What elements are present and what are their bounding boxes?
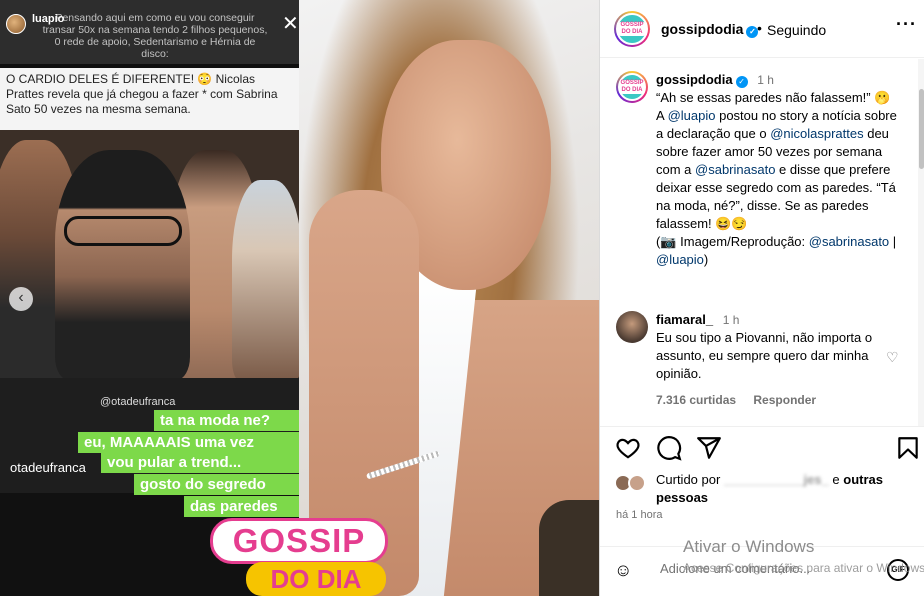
carousel-prev-button[interactable]: ‹ — [9, 287, 33, 311]
chat-bubble: das paredes — [184, 496, 299, 517]
comments-list[interactable]: GOSSIP DO DIA gossipdodia ✓ 1 h “Ah se es… — [600, 59, 918, 426]
scrollbar-thumb[interactable] — [919, 89, 924, 169]
liked-by-user[interactable]: ___________jes_ — [724, 472, 829, 487]
post-caption: gossipdodia ✓ 1 h “Ah se essas paredes nã… — [656, 71, 901, 269]
mention-link[interactable]: @sabrinasato — [695, 162, 775, 177]
more-options-icon[interactable]: ··· — [896, 14, 917, 35]
watermark-top: GOSSIP — [210, 518, 388, 564]
comment-meta: 7.316 curtidas Responder — [656, 393, 830, 407]
verified-icon: ✓ — [735, 76, 748, 88]
portrait-photo — [299, 0, 599, 596]
photo-shadow — [539, 500, 599, 596]
story-header: Pensando aqui em como eu vou conseguir t… — [0, 0, 299, 64]
story-screenshot: Pensando aqui em como eu vou conseguir t… — [0, 0, 299, 596]
caption-time: 1 h — [757, 73, 774, 87]
comment-icon[interactable] — [656, 435, 682, 461]
mention-link[interactable]: @luapio — [668, 108, 716, 123]
watermark-bottom: DO DIA — [246, 562, 386, 596]
commenter-avatar[interactable] — [616, 311, 648, 343]
windows-activation-subtitle: Acesse Configurações para ativar o Windo… — [683, 561, 924, 575]
save-icon[interactable] — [895, 435, 921, 461]
chat-bubble: ta na moda ne? — [154, 410, 299, 431]
news-card: O CARDIO DELES É DIFERENTE! 😳 Nicolas Pr… — [0, 68, 299, 130]
mention-link[interactable]: @nicolasprattes — [770, 126, 863, 141]
comment-time: 1 h — [722, 313, 740, 327]
chat-bubble: vou pular a trend... — [101, 452, 299, 473]
comment: fiamaral_ 1 h Eu sou tipo a Piovanni, nã… — [656, 311, 876, 383]
post-panel: GOSSIP DO DIA gossipdodia ✓ • Seguindo ··… — [599, 0, 924, 596]
following-button[interactable]: Seguindo — [767, 22, 826, 38]
windows-activation-title: Ativar o Windows — [683, 537, 815, 556]
chat-handle: otadeufranca — [10, 460, 86, 475]
story-overlay-text: Pensando aqui em como eu vou conseguir t… — [42, 12, 268, 60]
liker-avatar — [628, 474, 646, 492]
caption-text: ) — [703, 252, 709, 267]
close-icon: ✕ — [282, 13, 299, 35]
comment-text: Eu sou tipo a Piovanni, não importa o as… — [656, 330, 873, 381]
avatar-logo-text: GOSSIP DO DIA — [618, 22, 646, 36]
story-avatar — [6, 14, 26, 34]
liked-by-suffix: e — [832, 472, 840, 487]
caption-text: (📷 Imagem/Reprodução: — [656, 234, 809, 249]
comments-scrollbar[interactable] — [918, 59, 924, 426]
caption-text: | — [889, 234, 897, 249]
liked-by-avatars — [614, 474, 650, 494]
photo-collage — [0, 130, 299, 378]
account-username[interactable]: gossipdodia ✓ — [661, 21, 759, 38]
share-icon[interactable] — [696, 435, 722, 461]
caption-username[interactable]: gossipdodia — [656, 72, 733, 87]
chat-handle-small: @otadeufranca — [100, 396, 176, 408]
person-photo — [55, 150, 190, 378]
emoji-icon[interactable]: ☺ — [614, 560, 632, 581]
comment-likes[interactable]: 7.316 curtidas — [656, 393, 736, 407]
account-username-text[interactable]: gossipdodia — [661, 21, 743, 37]
post-time[interactable]: há 1 hora — [616, 509, 662, 521]
news-text: O CARDIO DELES É DIFERENTE! 😳 Nicolas Pr… — [6, 72, 278, 116]
gossip-watermark: GOSSIP DO DIA — [210, 518, 390, 596]
chat-bubble: eu, MAAAAAIS uma vez — [78, 432, 299, 453]
post-header: GOSSIP DO DIA gossipdodia ✓ • Seguindo ··… — [600, 0, 924, 58]
liked-by-prefix: Curtido por — [656, 472, 721, 487]
mention-link[interactable]: @sabrinasato — [809, 234, 889, 249]
separator-dot: • — [757, 20, 762, 36]
person-photo — [232, 180, 299, 378]
story-username: luapio — [32, 13, 65, 25]
reply-button[interactable]: Responder — [753, 393, 816, 407]
commenter-username[interactable]: fiamaral_ — [656, 312, 713, 327]
account-avatar[interactable]: GOSSIP DO DIA — [614, 11, 650, 47]
chat-bubble: gosto do segredo — [134, 474, 299, 495]
post-actions — [600, 426, 924, 470]
liked-by-text: Curtido por ___________jes_ e outras pes… — [656, 471, 906, 507]
avatar-logo-text: GOSSIP DO DIA — [619, 80, 645, 94]
caption-avatar[interactable]: GOSSIP DO DIA — [616, 71, 648, 103]
like-icon[interactable] — [615, 435, 641, 461]
post-media[interactable]: Pensando aqui em como eu vou conseguir t… — [0, 0, 599, 596]
comment-like-icon[interactable]: ♡ — [886, 349, 899, 366]
glasses — [64, 216, 182, 246]
mention-link[interactable]: @luapio — [656, 252, 704, 267]
